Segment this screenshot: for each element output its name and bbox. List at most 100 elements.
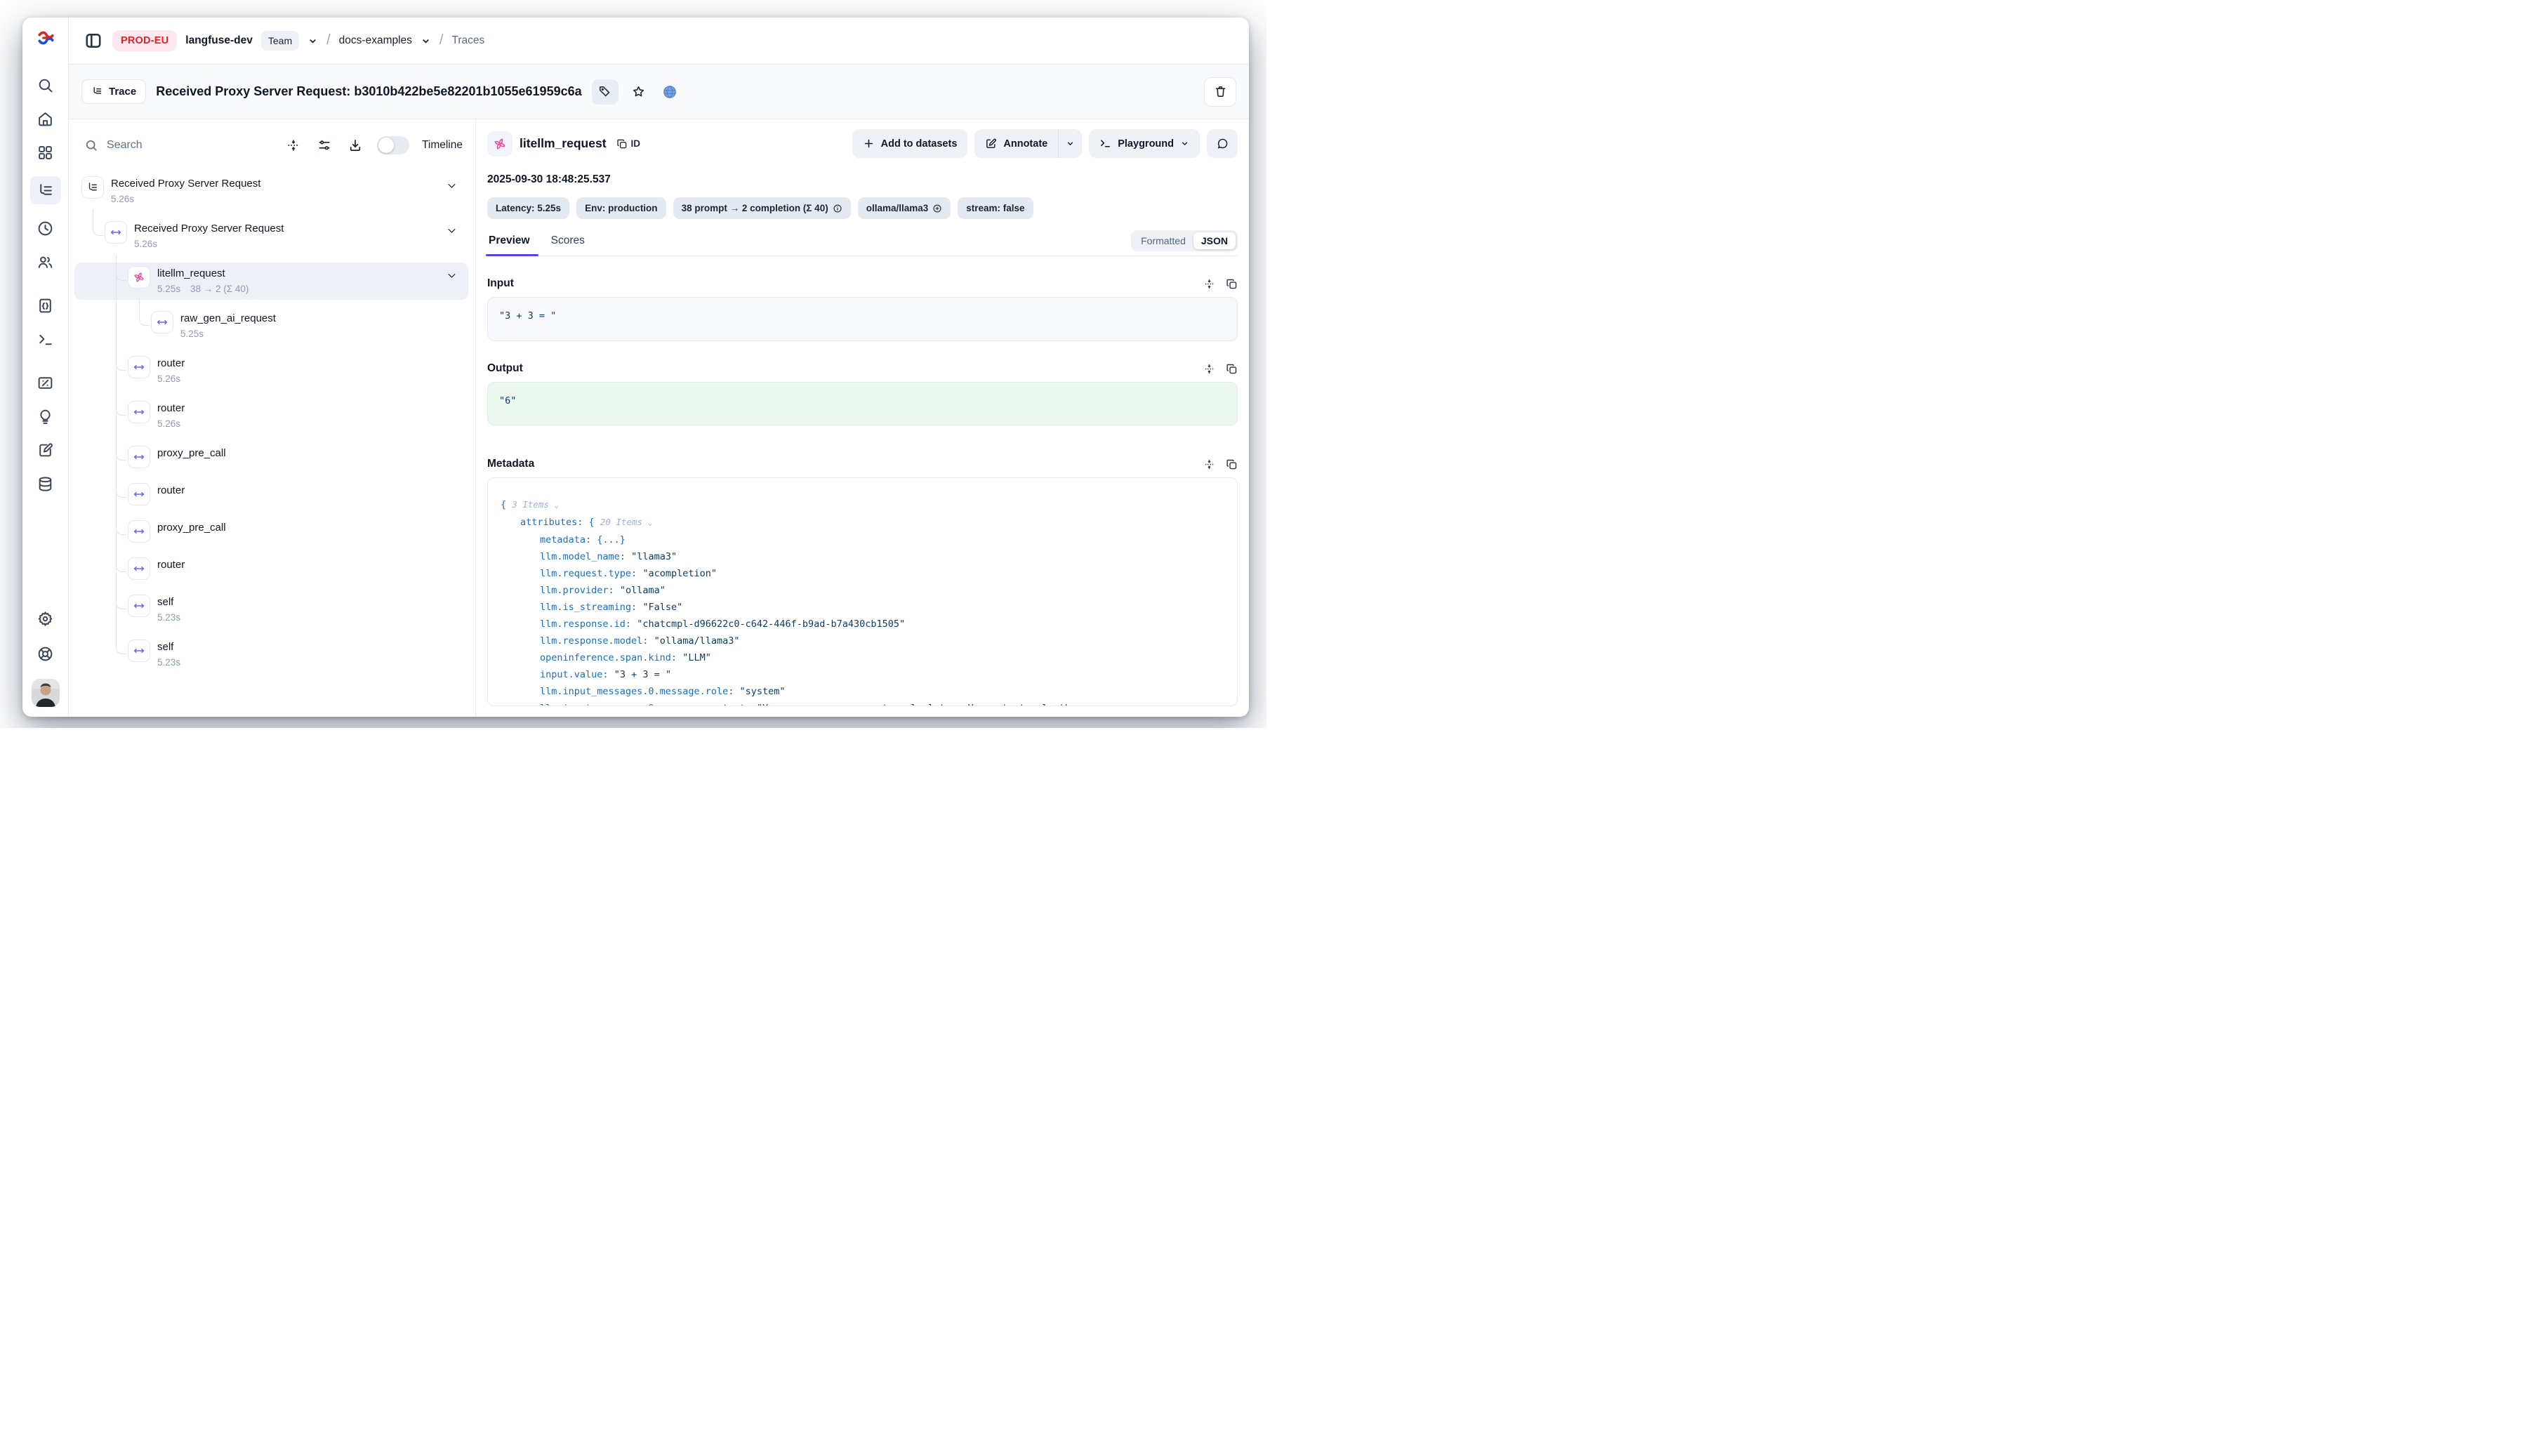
copy-icon[interactable] [1226, 278, 1238, 290]
json-line: openinference.span.kind: "LLM" [501, 649, 1224, 666]
json-value: "chatcmpl-d96622c0-c642-446f-b9ad-b7a430… [637, 618, 905, 630]
tree-row[interactable]: Received Proxy Server Request5.26s [74, 218, 468, 255]
tree-row[interactable]: litellm_request5.25s38 → 2 (Σ 40) [74, 263, 468, 300]
copy-id-button[interactable]: ID [616, 138, 641, 150]
collapse-section-icon[interactable] [1203, 278, 1215, 290]
tree-indent [105, 595, 128, 625]
sidebar-item-home[interactable] [32, 109, 60, 128]
collapse-node-chevron-icon[interactable] [447, 270, 463, 284]
org-name[interactable]: langfuse-dev [185, 34, 253, 47]
observation-actions: Add to datasets Annotate [852, 129, 1238, 158]
collapse-all-icon[interactable] [284, 136, 303, 154]
environment-badge: PROD-EU [112, 30, 177, 51]
add-to-datasets-button[interactable]: Add to datasets [852, 129, 968, 158]
delete-trace-button[interactable] [1204, 77, 1236, 107]
collapse-node-chevron-icon[interactable] [447, 225, 463, 239]
langfuse-logo-icon [37, 29, 55, 47]
span-type-icon [128, 446, 150, 468]
tree-row[interactable]: router [74, 554, 468, 583]
json-value: "False" [642, 602, 682, 613]
user-avatar[interactable] [32, 679, 60, 707]
sidebar-item-users[interactable] [32, 252, 60, 272]
format-toggle-json[interactable]: JSON [1193, 232, 1236, 249]
metric-badge: Latency: 5.25s [487, 197, 569, 219]
node-label: router [157, 357, 185, 369]
sidebar-item-playground[interactable] [32, 329, 60, 349]
node-label: proxy_pre_call [157, 522, 226, 534]
tree-row[interactable]: self5.23s [74, 636, 468, 673]
json-item-count[interactable]: 20 Items ⌄ [600, 517, 652, 527]
detail-scroll-area[interactable]: Input "3 + 3 = " Output [487, 256, 1238, 717]
sidebar-item-insights[interactable] [32, 406, 60, 426]
collapse-section-icon[interactable] [1203, 458, 1215, 470]
tree-indent [105, 557, 128, 580]
project-switcher-chevron-icon[interactable] [421, 36, 431, 46]
sidebar-item-tracing[interactable] [30, 176, 61, 204]
sidebar-item-search[interactable] [32, 75, 60, 95]
json-key: llm.response.model: [540, 635, 648, 647]
trace-type-pill[interactable]: Trace [81, 79, 146, 104]
annotate-dropdown-chevron-icon[interactable] [1059, 129, 1082, 158]
node-duration: 5.25s [180, 326, 204, 341]
metadata-json-viewer[interactable]: { 3 Items ⌄attributes: { 20 Items ⌄metad… [487, 477, 1238, 706]
playground-button[interactable]: Playground [1089, 129, 1200, 158]
trace-title: Received Proxy Server Request: b3010b422… [156, 84, 581, 99]
tree-row[interactable]: router [74, 479, 468, 509]
tree-search-input[interactable]: Search [84, 138, 272, 152]
tree-row[interactable]: Received Proxy Server Request5.26s [74, 173, 468, 210]
breadcrumb-project[interactable]: docs-examples [339, 34, 412, 47]
format-toggle-formatted[interactable]: Formatted [1133, 232, 1193, 249]
display-settings-icon[interactable] [315, 136, 333, 154]
tree-indent [81, 640, 105, 670]
observation-header: litellm_request ID Add to datasets [487, 129, 1238, 158]
badge-text: stream: false [966, 203, 1024, 213]
bookmark-star-icon[interactable] [628, 79, 649, 105]
sidebar-item-dashboards[interactable] [32, 143, 60, 162]
tab-scores[interactable]: Scores [550, 229, 586, 256]
tree-row[interactable]: self5.23s [74, 591, 468, 628]
json-line: input.value: "3 + 3 = " [501, 666, 1224, 683]
org-switcher-chevron-icon[interactable] [307, 36, 318, 46]
copy-icon[interactable] [1226, 363, 1238, 375]
tab-preview[interactable]: Preview [487, 229, 531, 256]
breadcrumb-separator: / [439, 32, 444, 48]
tree-row[interactable]: router5.26s [74, 352, 468, 390]
tree-indent [105, 356, 128, 386]
tree-row[interactable]: proxy_pre_call [74, 517, 468, 546]
json-collapsed-object[interactable]: {...} [597, 534, 626, 545]
home-icon [37, 110, 54, 128]
json-key: llm.input_messages.0.message.role: [540, 686, 734, 697]
sidebar-item-settings[interactable] [32, 609, 60, 628]
comments-button[interactable] [1207, 129, 1238, 158]
sidebar-item-annotation[interactable] [32, 440, 60, 460]
tree-row[interactable]: router5.26s [74, 397, 468, 435]
node-label: proxy_pre_call [157, 447, 226, 459]
download-icon[interactable] [346, 136, 364, 154]
tag-button[interactable] [592, 79, 619, 105]
tree-row[interactable]: raw_gen_ai_request5.25s [74, 307, 468, 345]
sidebar-item-prompts[interactable] [32, 296, 60, 315]
sidebar-item-evaluation[interactable] [32, 373, 60, 392]
json-item-count[interactable]: 3 Items ⌄ [512, 499, 559, 510]
sidebar-item-datasets[interactable] [32, 474, 60, 494]
json-key: llm.is_streaming: [540, 602, 637, 613]
collapse-node-chevron-icon[interactable] [447, 180, 463, 194]
search-icon [84, 138, 98, 152]
desktop-background: PROD-EU langfuse-dev Team / docs-example… [0, 0, 1266, 728]
sidebar-item-sessions[interactable] [32, 218, 60, 238]
public-globe-icon[interactable] [659, 79, 680, 105]
sidebar-toggle-icon[interactable] [83, 30, 104, 51]
collapse-section-icon[interactable] [1203, 363, 1215, 375]
tree-row[interactable]: proxy_pre_call [74, 442, 468, 472]
breadcrumb-section[interactable]: Traces [451, 34, 484, 47]
timeline-toggle[interactable] [377, 136, 409, 154]
annotate-pencil-icon [985, 138, 997, 150]
trace-type-icon [81, 176, 104, 199]
plus-circle-icon[interactable] [932, 204, 942, 213]
json-line: llm.model_name: "llama3" [501, 548, 1224, 565]
annotate-button[interactable]: Annotate [974, 129, 1058, 158]
sidebar-item-support[interactable] [32, 644, 60, 663]
info-circle-icon[interactable] [833, 204, 842, 213]
copy-icon[interactable] [1226, 458, 1238, 470]
json-line: llm.response.model: "ollama/llama3" [501, 633, 1224, 649]
